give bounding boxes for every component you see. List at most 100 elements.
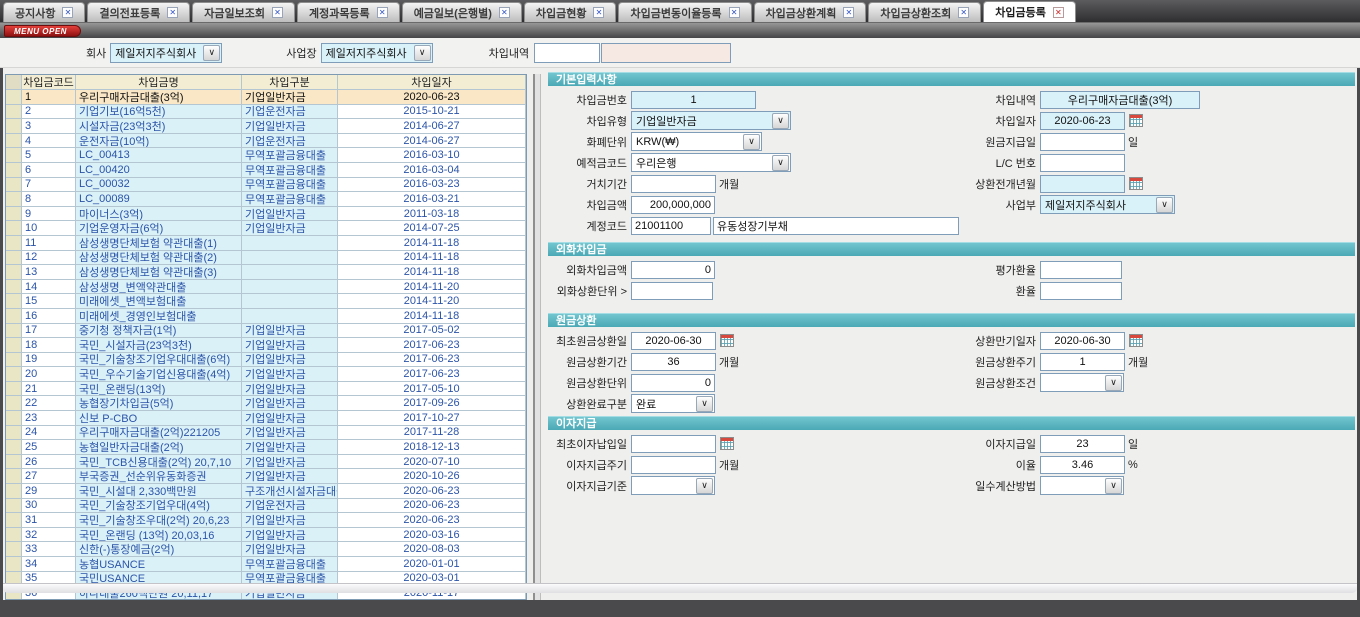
col-header-loan-code[interactable]: 차입금코드 (22, 75, 76, 90)
row-selector-cell[interactable] (6, 367, 22, 382)
table-row[interactable]: 16 미래에셋_경영인보험대출 2014-11-18 (6, 309, 526, 324)
row-selector-cell[interactable] (6, 324, 22, 339)
tab[interactable]: 차입금상환조회 ✕ (868, 2, 981, 22)
table-row[interactable]: 7 LC_00032 무역포괄금융대출 2016-03-23 (6, 178, 526, 193)
tab[interactable]: 차입금상환계획 ✕ (754, 2, 867, 22)
row-selector-cell[interactable] (6, 353, 22, 368)
row-selector-cell[interactable] (6, 134, 22, 149)
division-select[interactable]: 제일저지주식회사 ∨ (1040, 195, 1175, 214)
row-selector-cell[interactable] (6, 119, 22, 134)
tab[interactable]: 자금일보조회 ✕ (192, 2, 295, 22)
table-row[interactable]: 15 미래에셋_변액보험대출 2014-11-20 (6, 294, 526, 309)
tab-close-icon[interactable]: ✕ (958, 7, 969, 18)
col-header-loan-name[interactable]: 차입금명 (76, 75, 242, 90)
row-selector-cell[interactable] (6, 542, 22, 557)
chevron-down-icon[interactable]: ∨ (1105, 478, 1122, 494)
table-row[interactable]: 14 삼성생명_변액약관대출 2014-11-20 (6, 280, 526, 295)
row-selector-cell[interactable] (6, 528, 22, 543)
repay-cycle-input[interactable] (1040, 353, 1125, 371)
row-selector-cell[interactable] (6, 207, 22, 222)
row-selector-cell[interactable] (6, 163, 22, 178)
company-select[interactable]: 제일저지주식회사 ∨ (110, 43, 222, 63)
table-row[interactable]: 24 우리구매자금대출(2억)221205 기업일반자금 2017-11-28 (6, 426, 526, 441)
table-row[interactable]: 6 LC_00420 무역포괄금융대출 2016-03-04 (6, 163, 526, 178)
tab-close-icon[interactable]: ✕ (499, 7, 510, 18)
row-selector-cell[interactable] (6, 251, 22, 266)
chevron-down-icon[interactable]: ∨ (772, 155, 789, 171)
table-row[interactable]: 17 중기청 정책자금(1억) 기업일반자금 2017-05-02 (6, 324, 526, 339)
tab-close-icon[interactable]: ✕ (729, 7, 740, 18)
calendar-icon[interactable] (720, 437, 734, 450)
repay-period-input[interactable] (631, 353, 716, 371)
table-row[interactable]: 33 신한(-)통장예금(2억) 기업일반자금 2020-08-03 (6, 542, 526, 557)
table-row[interactable]: 29 국민_시설대 2,330백만원 구조개선시설자금대출 2020-06-23 (6, 484, 526, 499)
tab[interactable]: 계정과목등록 ✕ (297, 2, 400, 22)
loan-amount-input[interactable] (631, 196, 715, 214)
maturity-date-input[interactable] (1040, 332, 1125, 350)
calendar-icon[interactable] (1129, 177, 1143, 190)
chevron-down-icon[interactable]: ∨ (414, 45, 431, 61)
tab[interactable]: 예금일보(은행별) ✕ (402, 2, 522, 22)
table-row[interactable]: 26 국민_TCB신용대출(2억) 20,7,10 기업일반자금 2020-07… (6, 455, 526, 470)
site-select[interactable]: 제일저지주식회사 ∨ (321, 43, 433, 63)
row-selector-cell[interactable] (6, 309, 22, 324)
calendar-icon[interactable] (720, 334, 734, 347)
table-row[interactable]: 27 부국증권_선순위유동화증권 기업일반자금 2020-10-26 (6, 469, 526, 484)
row-selector-cell[interactable] (6, 280, 22, 295)
table-row[interactable]: 25 농협일반자금대출(2억) 기업일반자금 2018-12-13 (6, 440, 526, 455)
tab-close-icon[interactable]: ✕ (377, 7, 388, 18)
table-row[interactable]: 2 기업기보(16억5천) 기업운전자금 2015-10-21 (6, 105, 526, 120)
chevron-down-icon[interactable]: ∨ (772, 113, 789, 129)
row-selector-cell[interactable] (6, 411, 22, 426)
tab[interactable]: 차입금등록 ✕ (983, 1, 1076, 22)
loan-desc-input-2[interactable] (601, 43, 731, 63)
table-row[interactable]: 32 국민_온랜딩 (13억) 20,03,16 기업일반자금 2020-03-… (6, 528, 526, 543)
table-row[interactable]: 21 국민_온랜딩(13억) 기업일반자금 2017-05-10 (6, 382, 526, 397)
row-selector-cell[interactable] (6, 382, 22, 397)
chevron-down-icon[interactable]: ∨ (203, 45, 220, 61)
tab-close-icon[interactable]: ✕ (593, 7, 604, 18)
row-selector-cell[interactable] (6, 105, 22, 120)
account-code-input[interactable] (631, 217, 711, 235)
repay-prev-ym-input[interactable] (1040, 175, 1125, 193)
col-header-loan-type[interactable]: 차입구분 (242, 75, 338, 90)
row-selector-cell[interactable] (6, 294, 22, 309)
row-selector-cell[interactable] (6, 455, 22, 470)
table-row[interactable]: 4 운전자금(10억) 기업운전자금 2014-06-27 (6, 134, 526, 149)
table-row[interactable]: 13 삼성생명단체보험 약관대출(3) 2014-11-18 (6, 265, 526, 280)
table-row[interactable]: 18 국민_시설자금(23억3천) 기업일반자금 2017-06-23 (6, 338, 526, 353)
table-row[interactable]: 30 국민_기술창조기업우대(4억) 기업운전자금 2020-06-23 (6, 499, 526, 514)
interest-rate-input[interactable] (1040, 456, 1125, 474)
tab-close-icon[interactable]: ✕ (1053, 7, 1064, 18)
table-row[interactable]: 1 우리구매자금대출(3억) 기업일반자금 2020-06-23 (6, 90, 526, 105)
col-header-loan-date[interactable]: 차입일자 (338, 75, 526, 90)
table-row[interactable]: 8 LC_00089 무역포괄금융대출 2016-03-21 (6, 192, 526, 207)
loan-desc-field-input[interactable] (1040, 91, 1200, 109)
deposit-code-select[interactable]: 우리은행 ∨ (631, 153, 791, 172)
tab[interactable]: 차입금변동이율등록 ✕ (618, 2, 751, 22)
table-row[interactable]: 34 농협USANCE 무역포괄금융대출 2020-01-01 (6, 557, 526, 572)
grace-period-input[interactable] (631, 175, 716, 193)
first-repay-date-input[interactable] (631, 332, 716, 350)
chevron-down-icon[interactable]: ∨ (1105, 375, 1122, 391)
row-selector-cell[interactable] (6, 484, 22, 499)
table-row[interactable]: 22 농협장기차입금(5억) 기업일반자금 2017-09-26 (6, 396, 526, 411)
interest-cycle-input[interactable] (631, 456, 716, 474)
chevron-down-icon[interactable]: ∨ (696, 396, 713, 412)
row-selector-cell[interactable] (6, 148, 22, 163)
loan-date-input[interactable] (1040, 112, 1125, 130)
loan-no-input[interactable] (631, 91, 756, 109)
tab[interactable]: 공지사항 ✕ (3, 2, 85, 22)
interest-pay-day-input[interactable] (1040, 435, 1125, 453)
row-selector-cell[interactable] (6, 440, 22, 455)
table-row[interactable]: 3 시설자금(23억3천) 기업일반자금 2014-06-27 (6, 119, 526, 134)
table-row[interactable]: 20 국민_우수기술기업신용대출(4억) 기업일반자금 2017-06-23 (6, 367, 526, 382)
tab-close-icon[interactable]: ✕ (272, 7, 283, 18)
table-row[interactable]: 23 신보 P-CBO 기업일반자금 2017-10-27 (6, 411, 526, 426)
row-selector-cell[interactable] (6, 426, 22, 441)
table-row[interactable]: 5 LC_00413 무역포괄금융대출 2016-03-10 (6, 148, 526, 163)
row-selector-cell[interactable] (6, 265, 22, 280)
table-row[interactable]: 19 국민_기술창조기업우대대출(6억) 기업일반자금 2017-06-23 (6, 353, 526, 368)
fx-unit-input[interactable] (631, 282, 713, 300)
loan-type-select[interactable]: 기업일반자금 ∨ (631, 111, 791, 130)
